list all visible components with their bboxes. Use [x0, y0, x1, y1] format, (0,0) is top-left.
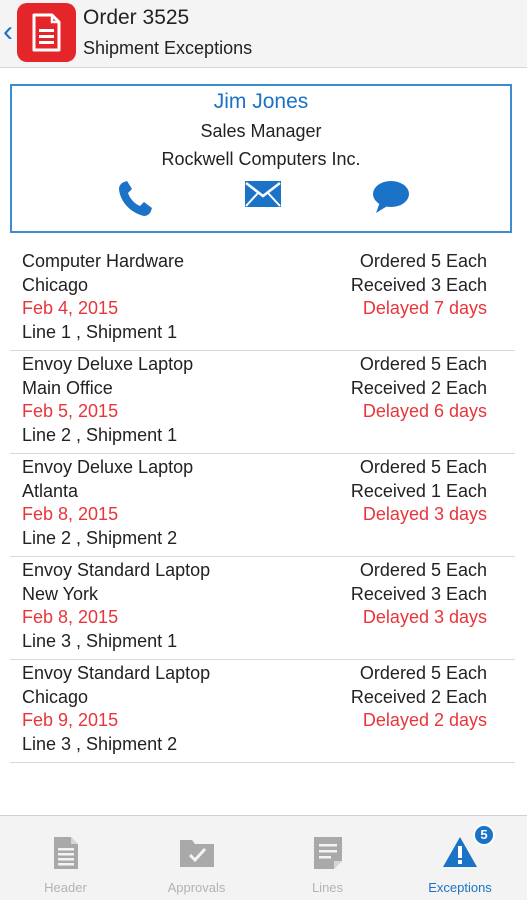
list-item[interactable]: Envoy Deluxe Laptop Main Office Feb 5, 2…: [10, 351, 515, 454]
contact-card: Jim Jones Sales Manager Rockwell Compute…: [10, 84, 512, 233]
item-location: New York: [22, 583, 99, 604]
item-ordered: Ordered 5 Each: [359, 663, 487, 683]
item-received: Received 3 Each: [350, 274, 487, 295]
folder-check-icon: [179, 836, 215, 873]
list-item[interactable]: Envoy Deluxe Laptop Atlanta Feb 8, 2015 …: [10, 454, 515, 557]
tab-header[interactable]: Header: [0, 816, 131, 900]
item-delay: Delayed 2 days: [362, 710, 487, 730]
mail-icon[interactable]: [244, 180, 282, 213]
item-delay: Delayed 6 days: [362, 401, 487, 421]
item-line-shipment: Line 3 , Shipment 1: [22, 630, 178, 651]
tab-lines[interactable]: Lines: [262, 816, 393, 900]
item-date: Feb 8, 2015: [22, 504, 119, 524]
item-received: Received 2 Each: [350, 686, 487, 707]
exceptions-count-badge: 5: [473, 824, 495, 846]
list-item[interactable]: Envoy Standard Laptop Chicago Feb 9, 201…: [10, 660, 515, 763]
item-date: Feb 8, 2015: [22, 607, 119, 627]
tab-label: Exceptions: [428, 880, 492, 895]
item-delay: Delayed 3 days: [362, 504, 487, 524]
item-name: Envoy Deluxe Laptop: [22, 457, 194, 477]
header-bar: ‹ Order 3525 Shipment Exceptions: [0, 0, 527, 68]
item-location: Chicago: [22, 686, 89, 707]
contact-role: Sales Manager: [200, 121, 322, 141]
exceptions-list: Computer Hardware Chicago Feb 4, 2015 Li…: [10, 248, 515, 763]
lines-icon: [313, 836, 343, 875]
chevron-left-icon: ‹: [3, 15, 13, 48]
back-button[interactable]: ‹: [0, 15, 16, 48]
phone-icon[interactable]: [117, 180, 153, 223]
document-icon: [17, 3, 76, 62]
tab-exceptions[interactable]: 5 Exceptions: [393, 816, 527, 900]
item-line-shipment: Line 1 , Shipment 1: [22, 321, 178, 342]
item-ordered: Ordered 5 Each: [359, 354, 487, 374]
item-name: Envoy Standard Laptop: [22, 560, 211, 580]
item-received: Received 3 Each: [350, 583, 487, 604]
item-name: Envoy Standard Laptop: [22, 663, 211, 683]
page-subtitle: Shipment Exceptions: [83, 38, 253, 58]
item-delay: Delayed 7 days: [362, 298, 487, 318]
tab-label: Header: [44, 880, 87, 895]
tab-approvals[interactable]: Approvals: [131, 816, 262, 900]
item-line-shipment: Line 2 , Shipment 1: [22, 424, 178, 445]
item-ordered: Ordered 5 Each: [359, 560, 487, 580]
item-ordered: Ordered 5 Each: [359, 457, 487, 477]
list-item[interactable]: Envoy Standard Laptop New York Feb 8, 20…: [10, 557, 515, 660]
item-ordered: Ordered 5 Each: [359, 251, 487, 271]
document-icon: [52, 836, 80, 875]
page-title: Order 3525: [83, 6, 190, 29]
warning-icon: [442, 836, 478, 873]
chat-icon[interactable]: [372, 180, 410, 219]
item-received: Received 2 Each: [350, 377, 487, 398]
item-name: Envoy Deluxe Laptop: [22, 354, 194, 374]
item-location: Chicago: [22, 274, 89, 295]
item-date: Feb 9, 2015: [22, 710, 119, 730]
contact-company: Rockwell Computers Inc.: [161, 149, 361, 169]
item-date: Feb 5, 2015: [22, 401, 119, 421]
item-delay: Delayed 3 days: [362, 607, 487, 627]
item-location: Main Office: [22, 377, 113, 398]
item-line-shipment: Line 2 , Shipment 2: [22, 527, 178, 548]
tab-label: Lines: [311, 880, 344, 895]
item-name: Computer Hardware: [22, 251, 185, 271]
contact-name[interactable]: Jim Jones: [12, 89, 510, 115]
item-received: Received 1 Each: [350, 480, 487, 501]
item-date: Feb 4, 2015: [22, 298, 119, 318]
item-line-shipment: Line 3 , Shipment 2: [22, 733, 178, 754]
bottom-tab-bar: Header Approvals Lines 5 Exceptions: [0, 815, 527, 900]
list-item[interactable]: Computer Hardware Chicago Feb 4, 2015 Li…: [10, 248, 515, 351]
tab-label: Approvals: [167, 880, 226, 895]
item-location: Atlanta: [22, 480, 79, 501]
